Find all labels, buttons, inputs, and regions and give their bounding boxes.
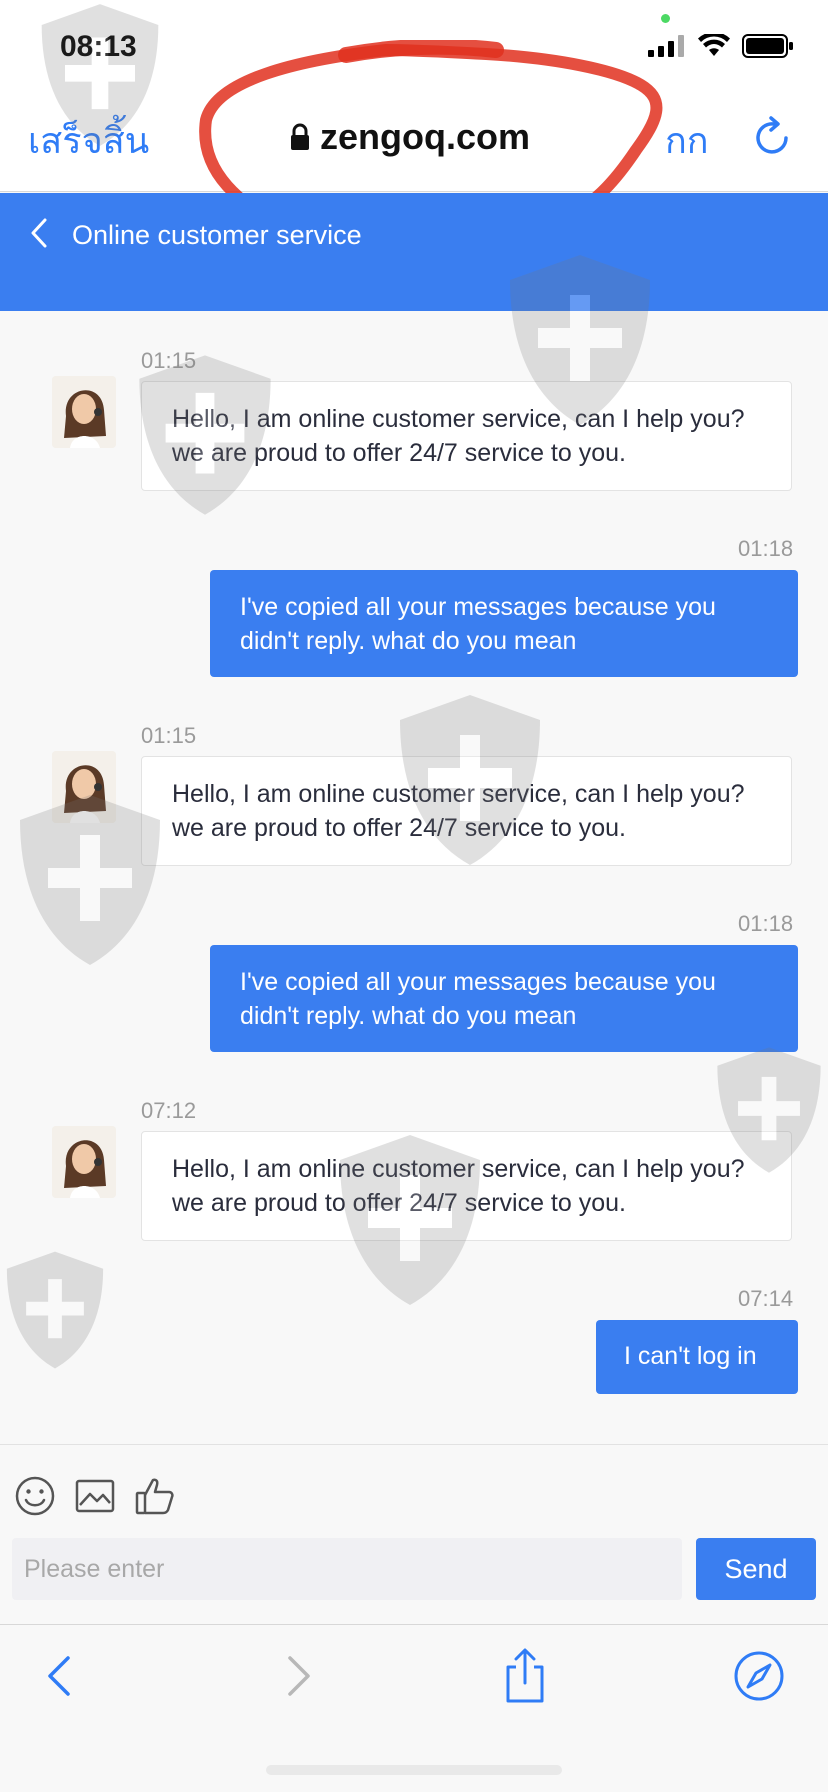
share-icon xyxy=(506,1648,544,1703)
agent-avatar xyxy=(52,376,116,448)
user-message-bubble: I can't log in xyxy=(596,1320,798,1394)
reload-icon xyxy=(756,116,788,154)
message-input[interactable] xyxy=(12,1538,682,1600)
compass-icon xyxy=(734,1651,784,1701)
url-text: zengoq.com xyxy=(320,116,531,157)
message-time: 01:15 xyxy=(141,348,197,373)
agent-avatar-image xyxy=(52,751,116,823)
message-time: 01:18 xyxy=(738,911,794,936)
battery-icon xyxy=(742,34,793,58)
chat-header: Online customer service xyxy=(0,193,828,311)
bookmarks-button[interactable] xyxy=(732,1649,786,1708)
agent-avatar-image xyxy=(52,376,116,448)
image-button[interactable] xyxy=(74,1475,116,1522)
message-time: 01:18 xyxy=(738,536,794,561)
address-bar[interactable]: zengoq.com xyxy=(290,116,530,158)
chevron-left-icon xyxy=(31,218,47,248)
message-time: 01:15 xyxy=(141,723,197,748)
image-icon xyxy=(75,1479,115,1513)
back-icon xyxy=(48,1656,70,1696)
emoji-icon xyxy=(15,1476,55,1516)
user-message-bubble: I've copied all your messages because yo… xyxy=(210,945,798,1052)
message-list: 01:15 Hello, I am online customer servic… xyxy=(0,311,828,1444)
camera-indicator-dot xyxy=(661,14,670,23)
lock-icon xyxy=(291,123,309,150)
message-time: 07:14 xyxy=(738,1286,794,1311)
wifi-icon xyxy=(698,34,730,56)
message-time: 07:12 xyxy=(141,1098,197,1123)
agent-avatar xyxy=(52,751,116,823)
thumbs-up-button[interactable] xyxy=(134,1475,176,1522)
status-bar: 08:13 xyxy=(0,0,828,90)
share-button[interactable] xyxy=(502,1647,548,1710)
agent-avatar-image xyxy=(52,1126,116,1198)
composer: Send xyxy=(0,1444,828,1624)
text-size-button[interactable]: กก xyxy=(665,112,709,169)
signal-icon xyxy=(648,35,684,57)
reload-button[interactable] xyxy=(752,116,792,163)
send-button[interactable]: Send xyxy=(696,1538,816,1600)
header-title: Online customer service xyxy=(72,220,362,250)
browser-bottom-toolbar xyxy=(0,1624,828,1792)
agent-message-bubble: Hello, I am online customer service, can… xyxy=(141,756,792,866)
back-button[interactable] xyxy=(40,1651,80,1706)
agent-avatar xyxy=(52,1126,116,1198)
agent-message-bubble: Hello, I am online customer service, can… xyxy=(141,1131,792,1241)
emoji-button[interactable] xyxy=(14,1475,56,1522)
browser-top-bar: เสร็จสิ้น zengoq.com กก xyxy=(0,90,828,192)
status-time: 08:13 xyxy=(60,30,137,63)
done-button[interactable]: เสร็จสิ้น xyxy=(28,112,149,169)
forward-button[interactable] xyxy=(278,1651,318,1706)
header-back-button[interactable] xyxy=(28,215,50,256)
home-indicator xyxy=(266,1765,562,1775)
user-message-bubble: I've copied all your messages because yo… xyxy=(210,570,798,677)
status-icons xyxy=(648,34,794,58)
thumbs-up-icon xyxy=(135,1478,174,1515)
forward-icon xyxy=(288,1656,310,1696)
agent-message-bubble: Hello, I am online customer service, can… xyxy=(141,381,792,491)
